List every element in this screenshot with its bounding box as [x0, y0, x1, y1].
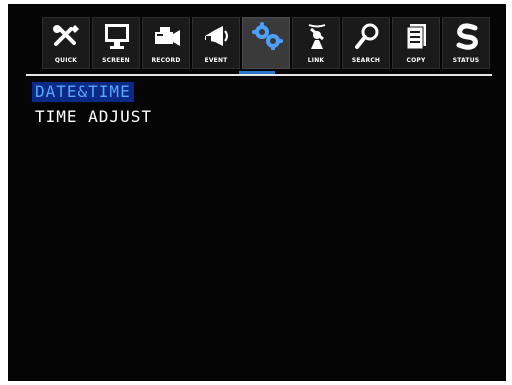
toolbar-copy-label: COPY: [406, 57, 426, 64]
link-icon: [308, 24, 326, 49]
toolbar-record-label: RECORD: [151, 57, 181, 64]
toolbar-link-button[interactable]: LINK: [292, 17, 340, 69]
settings-icon: [252, 22, 283, 50]
dvr-screen: QUICK SCREEN RECORD EVENT LINK SEARCH CO…: [8, 4, 506, 381]
copy-icon: [406, 24, 426, 50]
toolbar-quick-button[interactable]: QUICK: [42, 17, 90, 69]
menu-item-time-adjust[interactable]: TIME ADJUST: [32, 107, 155, 127]
toolbar-copy-button[interactable]: COPY: [392, 17, 440, 69]
quick-icon: [53, 25, 79, 46]
status-icon: [456, 23, 478, 50]
toolbar-event-label: EVENT: [204, 57, 228, 64]
toolbar-divider: [26, 74, 492, 76]
toolbar-screen-button[interactable]: SCREEN: [92, 17, 140, 69]
event-icon: [205, 26, 228, 46]
search-icon: [355, 23, 379, 49]
screen-icon: [105, 24, 129, 49]
toolbar-link-label: LINK: [307, 57, 325, 64]
main-toolbar: QUICK SCREEN RECORD EVENT LINK SEARCH CO…: [42, 17, 494, 75]
toolbar-record-button[interactable]: RECORD: [142, 17, 190, 69]
toolbar-event-button[interactable]: EVENT: [192, 17, 240, 69]
toolbar-search-label: SEARCH: [351, 57, 381, 64]
record-icon: [155, 27, 180, 46]
toolbar-search-button[interactable]: SEARCH: [342, 17, 390, 69]
toolbar-status-button[interactable]: STATUS: [442, 17, 490, 69]
toolbar-settings-button[interactable]: [242, 17, 290, 69]
toolbar-screen-label: SCREEN: [102, 57, 130, 64]
menu-item-date-time[interactable]: DATE&TIME: [32, 82, 134, 102]
toolbar-status-label: STATUS: [452, 57, 480, 64]
toolbar-quick-label: QUICK: [54, 57, 78, 64]
